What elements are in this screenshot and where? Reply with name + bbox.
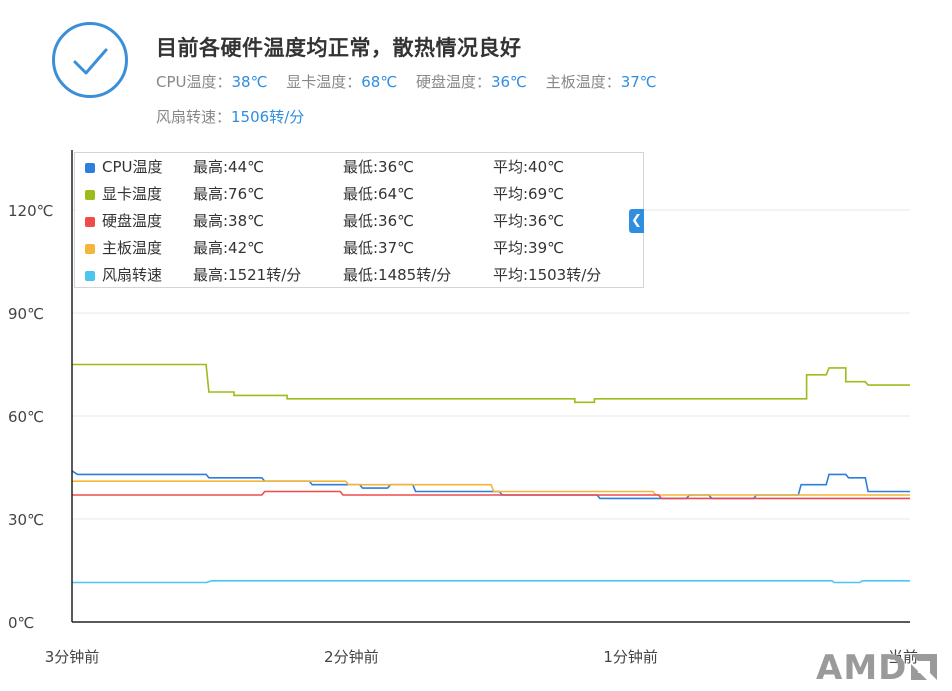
legend-row-board: 主板温度 最高:42℃ 最低:37℃ 平均:39℃ — [75, 235, 643, 262]
y-tick-label: 120℃ — [8, 202, 53, 220]
legend-min: 最低:64℃ — [343, 185, 414, 203]
legend-swatch-fan — [85, 271, 95, 281]
y-tick-label: 60℃ — [8, 408, 44, 426]
legend-min: 最低:36℃ — [343, 158, 414, 176]
legend-max: 最高:42℃ — [193, 239, 264, 257]
gpu-temp-value: 68℃ — [361, 73, 398, 91]
series-line — [72, 363, 910, 404]
fan-speed-reading: 风扇转速：1506转/分 — [156, 106, 304, 127]
legend-series-name: CPU温度 — [102, 158, 163, 176]
board-temp-value: 37℃ — [620, 73, 657, 91]
board-temp-label: 主板温度： — [545, 73, 621, 91]
status-ok-icon — [52, 22, 128, 98]
x-tick-label: 3分钟前 — [45, 648, 100, 666]
legend-series-name: 主板温度 — [102, 239, 163, 257]
board-temp-reading: 主板温度：37℃ — [546, 73, 657, 91]
legend-collapse-button[interactable]: ❮ — [629, 209, 644, 233]
legend-max: 最高:38℃ — [193, 212, 264, 230]
legend-avg: 平均:36℃ — [493, 212, 564, 230]
x-tick-label: 1分钟前 — [603, 648, 658, 666]
legend-min: 最低:1485转/分 — [343, 266, 452, 284]
series-line — [72, 580, 910, 584]
amd-logo: AMD — [816, 648, 939, 688]
legend-max: 最高:76℃ — [193, 185, 264, 203]
legend-avg: 平均:40℃ — [493, 158, 564, 176]
y-tick-label: 30℃ — [8, 511, 44, 529]
gpu-temp-reading: 显卡温度：68℃ — [286, 73, 397, 91]
x-tick-label: 2分钟前 — [324, 648, 379, 666]
disk-temp-label: 硬盘温度： — [415, 73, 491, 91]
legend-min: 最低:36℃ — [343, 212, 414, 230]
legend-row-fan: 风扇转速 最高:1521转/分 最低:1485转/分 平均:1503转/分 — [75, 262, 643, 289]
cpu-temp-reading: CPU温度：38℃ — [156, 73, 267, 91]
legend-avg: 平均:39℃ — [493, 239, 564, 257]
legend-min: 最低:37℃ — [343, 239, 414, 257]
fan-speed-label: 风扇转速： — [156, 108, 232, 126]
legend-avg: 平均:1503转/分 — [493, 266, 602, 284]
legend-series-name: 硬盘温度 — [102, 212, 163, 230]
amd-arrow-icon — [911, 654, 938, 680]
status-headline: 目前各硬件温度均正常，散热情况良好 — [156, 36, 522, 60]
y-tick-label: 90℃ — [8, 305, 44, 323]
legend-swatch-gpu — [85, 190, 95, 200]
legend-swatch-board — [85, 244, 95, 254]
chevron-left-icon: ❮ — [631, 213, 642, 228]
legend-row-disk: 硬盘温度 最高:38℃ 最低:36℃ 平均:36℃ — [75, 208, 643, 235]
legend-row-cpu: CPU温度 最高:44℃ 最低:36℃ 平均:40℃ — [75, 154, 643, 181]
y-tick-label: 0℃ — [8, 614, 34, 632]
series-line — [72, 480, 910, 496]
cpu-temp-value: 38℃ — [231, 73, 268, 91]
disk-temp-value: 36℃ — [490, 73, 527, 91]
fan-speed-value: 1506转/分 — [231, 108, 305, 126]
legend-series-name: 显卡温度 — [102, 185, 163, 203]
chart-legend: CPU温度 最高:44℃ 最低:36℃ 平均:40℃ 显卡温度 最高:76℃ 最… — [74, 152, 644, 288]
legend-swatch-disk — [85, 217, 95, 227]
cpu-temp-label: CPU温度： — [156, 73, 232, 91]
amd-logo-text: AMD — [816, 648, 908, 688]
legend-max: 最高:1521转/分 — [193, 266, 302, 284]
temperature-readings: CPU温度：38℃ 显卡温度：68℃ 硬盘温度：36℃ 主板温度：37℃ — [156, 71, 671, 92]
legend-max: 最高:44℃ — [193, 158, 264, 176]
legend-series-name: 风扇转速 — [102, 266, 163, 284]
legend-swatch-cpu — [85, 163, 95, 173]
legend-row-gpu: 显卡温度 最高:76℃ 最低:64℃ 平均:69℃ — [75, 181, 643, 208]
disk-temp-reading: 硬盘温度：36℃ — [416, 73, 527, 91]
gpu-temp-label: 显卡温度： — [286, 73, 362, 91]
legend-avg: 平均:69℃ — [493, 185, 564, 203]
